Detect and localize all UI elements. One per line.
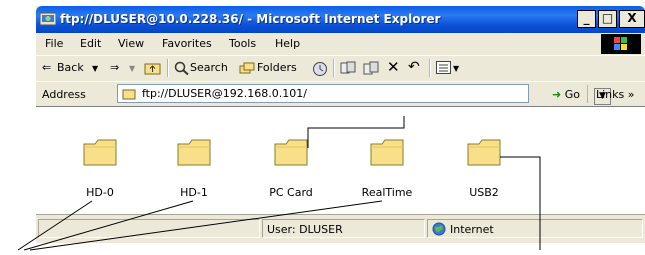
window-title: ftp://DLUSER@10.0.228.36/ - Microsoft In…	[60, 12, 441, 26]
windows-logo-throbber	[601, 34, 641, 54]
status-pane-user: User: DLUSER	[262, 219, 425, 238]
undo-icon[interactable]: ↶	[408, 59, 420, 75]
views-dropdown-icon[interactable]: ▼	[453, 64, 459, 73]
maximize-button[interactable]: □	[598, 10, 617, 28]
go-button[interactable]: ➜ Go	[552, 88, 580, 101]
address-label: Address	[42, 88, 86, 101]
toolbar-separator	[429, 59, 431, 77]
links-button[interactable]: Links »	[596, 88, 634, 101]
folder-icon	[467, 139, 501, 166]
status-pane-zone: Internet	[427, 219, 643, 238]
title-bar[interactable]: ftp://DLUSER@10.0.228.36/ - Microsoft In…	[36, 6, 645, 33]
forward-button[interactable]: ⇒	[110, 61, 119, 74]
status-user: User: DLUSER	[267, 223, 343, 236]
delete-icon[interactable]: ✕	[387, 58, 400, 76]
back-dropdown-icon[interactable]: ▼	[92, 64, 98, 73]
menu-file[interactable]: File	[45, 37, 63, 50]
folder-view: HD-0 HD-1 PC Card RealTime USB2	[36, 106, 645, 215]
windows-logo-icon	[614, 37, 627, 50]
folder-icon	[122, 89, 136, 100]
search-button[interactable]: Search	[190, 61, 228, 74]
go-arrow-icon: ➜	[552, 88, 562, 101]
folder-name: RealTime	[361, 186, 413, 199]
forward-dropdown-icon[interactable]: ▼	[129, 64, 135, 73]
menu-bar: File Edit View Favorites Tools Help	[36, 33, 645, 56]
folders-button[interactable]: Folders	[257, 61, 297, 74]
status-pane-main	[38, 219, 260, 238]
menu-tools[interactable]: Tools	[229, 37, 256, 50]
status-bar: User: DLUSER Internet	[36, 214, 645, 243]
close-icon: X	[627, 11, 637, 25]
back-arrow-icon: ⇐	[42, 61, 52, 74]
back-button[interactable]: Back	[57, 61, 84, 74]
minimize-button[interactable]: _	[577, 10, 596, 28]
folder-icon	[274, 139, 308, 166]
menu-edit[interactable]: Edit	[80, 37, 101, 50]
internet-globe-icon	[432, 222, 446, 236]
close-button[interactable]: X	[619, 10, 645, 28]
folder-icon	[370, 139, 404, 166]
ie-app-icon	[40, 12, 56, 26]
toolbar-separator	[333, 59, 335, 77]
address-bar: Address ftp://DLUSER@192.168.0.101/ ▼ ➜ …	[36, 81, 645, 107]
history-icon[interactable]	[312, 61, 328, 80]
views-icon[interactable]	[436, 61, 451, 77]
address-input[interactable]: ftp://DLUSER@192.168.0.101/ ▼	[117, 84, 611, 105]
search-icon	[174, 61, 189, 78]
folders-icon	[239, 61, 256, 78]
folder-name: HD-0	[86, 186, 114, 199]
address-value: ftp://DLUSER@192.168.0.101/	[142, 87, 307, 100]
minimize-icon: _	[583, 11, 590, 25]
folder-name: HD-1	[180, 186, 208, 199]
menu-view[interactable]: View	[118, 37, 144, 50]
toolbar-separator	[167, 59, 169, 77]
maximize-icon: □	[601, 11, 614, 25]
folder-name: PC Card	[269, 186, 313, 199]
move-to-icon[interactable]	[340, 61, 356, 78]
ie-window: ftp://DLUSER@10.0.228.36/ - Microsoft In…	[36, 6, 645, 243]
status-zone: Internet	[450, 223, 494, 236]
folder-icon	[83, 139, 117, 166]
standard-toolbar: ⇐ Back ▼ ⇒ ▼ Search Folders ✕ ↶ ▼	[36, 55, 645, 82]
toolbar-separator	[587, 85, 588, 103]
folder-icon	[177, 139, 211, 166]
menu-favorites[interactable]: Favorites	[162, 37, 212, 50]
up-folder-icon[interactable]	[144, 61, 161, 78]
go-label: Go	[564, 88, 580, 101]
folder-name: USB2	[469, 186, 499, 199]
copy-to-icon[interactable]	[363, 61, 379, 78]
menu-help[interactable]: Help	[275, 37, 300, 50]
